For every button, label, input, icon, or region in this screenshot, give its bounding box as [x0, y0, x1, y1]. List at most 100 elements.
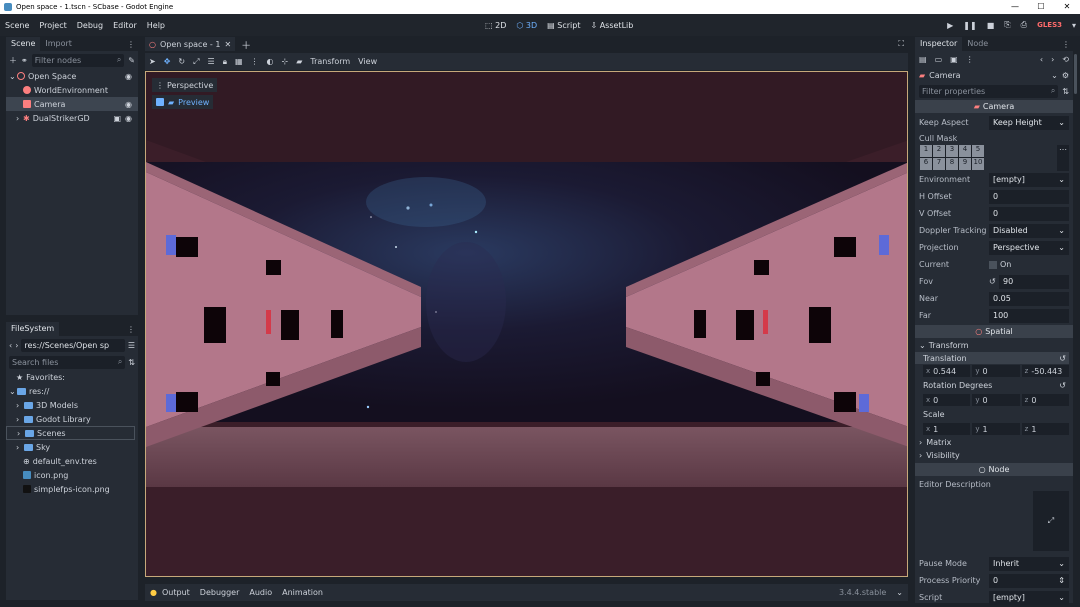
dock-menu-icon[interactable]: ⋮: [127, 325, 138, 334]
section-camera[interactable]: ▰ Camera: [915, 100, 1073, 113]
folder-scenes[interactable]: › Scenes: [6, 426, 135, 440]
save-resource-icon[interactable]: ▣: [950, 55, 958, 64]
forward-icon[interactable]: ›: [15, 341, 18, 350]
play-custom-scene-icon[interactable]: ⎙: [1021, 20, 1027, 30]
translation-x[interactable]: x 0.544: [923, 365, 971, 377]
scrollbar-thumb[interactable]: [1074, 54, 1077, 94]
expand-arrow-icon[interactable]: ›: [16, 415, 24, 424]
dock-menu-icon[interactable]: ⋮: [1062, 40, 1073, 49]
workspace-script[interactable]: ▤ Script: [542, 21, 585, 30]
scene-tab-open-space[interactable]: ○ Open space - 1 ✕: [145, 37, 236, 51]
menu-editor[interactable]: Editor: [108, 21, 142, 30]
perspective-menu[interactable]: ⋮ Perspective: [152, 78, 218, 92]
pause-mode-dropdown[interactable]: Inherit ⌄: [989, 556, 1069, 571]
file-default-env[interactable]: ⊕ default_env.tres: [6, 454, 138, 468]
open-scene-icon[interactable]: ▣: [113, 114, 121, 123]
back-icon[interactable]: ‹: [9, 341, 12, 350]
near-slider[interactable]: 0.05: [989, 291, 1069, 306]
cull-bit[interactable]: 1: [920, 145, 932, 157]
cull-bit[interactable]: 7: [933, 158, 945, 170]
more-icon[interactable]: ⋮: [966, 55, 974, 64]
visibility-eye-icon[interactable]: ◉: [125, 100, 138, 109]
link-icon[interactable]: ⚭: [21, 56, 28, 65]
v-offset-input[interactable]: 0: [989, 206, 1069, 221]
distraction-free-icon[interactable]: ⛶: [898, 39, 908, 49]
history-back-icon[interactable]: ‹: [1040, 55, 1043, 64]
folder-sky[interactable]: › Sky: [6, 440, 138, 454]
group-icon[interactable]: ▦: [235, 57, 243, 66]
menu-project[interactable]: Project: [34, 21, 71, 30]
projection-dropdown[interactable]: Perspective ⌄: [989, 240, 1069, 255]
history-icon[interactable]: ⟲: [1062, 55, 1069, 64]
rotation-z[interactable]: z0: [1021, 394, 1069, 406]
script-picker[interactable]: [empty] ⌄: [989, 590, 1069, 605]
favorites-item[interactable]: ★ Favorites:: [6, 370, 138, 384]
transform-menu[interactable]: Transform: [310, 57, 350, 66]
doppler-dropdown[interactable]: Disabled ⌄: [989, 223, 1069, 238]
audio-tab[interactable]: Audio: [244, 588, 277, 597]
cull-mask-more-icon[interactable]: ⋯: [1057, 145, 1069, 171]
tree-item-open-space[interactable]: ⌄ Open Space ◉: [6, 69, 138, 83]
tab-inspector[interactable]: Inspector: [915, 37, 963, 51]
stop-icon[interactable]: ■: [987, 21, 995, 30]
maximize-button[interactable]: ☐: [1028, 0, 1054, 14]
cull-bit[interactable]: 4: [959, 145, 971, 157]
node-selector[interactable]: ▰ Camera ⌄ ⚙: [915, 68, 1073, 83]
menu-debug[interactable]: Debug: [72, 21, 108, 30]
filter-properties-input[interactable]: Filter properties ⌕: [919, 84, 1059, 98]
load-resource-icon[interactable]: ▭: [935, 55, 943, 64]
tab-scene[interactable]: Scene: [6, 37, 41, 51]
cull-bit[interactable]: 8: [946, 158, 958, 170]
rotation-x[interactable]: x0: [923, 394, 971, 406]
cull-bit[interactable]: 2: [933, 145, 945, 157]
cull-bit[interactable]: 3: [946, 145, 958, 157]
scale-tool-icon[interactable]: ⤢: [193, 57, 199, 67]
debugger-tab[interactable]: Debugger: [195, 588, 245, 597]
path-field[interactable]: res://Scenes/Open sp: [21, 338, 125, 352]
minimize-button[interactable]: —: [1002, 0, 1028, 14]
expand-arrow-icon[interactable]: ›: [16, 114, 23, 123]
environment-picker[interactable]: [empty] ⌄: [989, 172, 1069, 187]
tab-filesystem[interactable]: FileSystem: [6, 322, 60, 336]
renderer-selector[interactable]: GLES3: [1037, 21, 1062, 29]
cull-bit[interactable]: 10: [972, 158, 984, 170]
use-snap-icon[interactable]: ⊹: [282, 57, 289, 66]
tree-item-camera[interactable]: Camera ◉: [6, 97, 138, 111]
cull-bit[interactable]: 6: [920, 158, 932, 170]
snap-icon[interactable]: ⋮: [251, 57, 259, 66]
revert-icon[interactable]: ↺: [1059, 381, 1069, 390]
inspector-scrollbar[interactable]: [1073, 52, 1078, 602]
translation-z[interactable]: z -50.443: [1021, 365, 1069, 377]
tree-item-dualstrikergd[interactable]: › ✱ DualStrikerGD ▣ ◉: [6, 111, 138, 125]
split-mode-icon[interactable]: ☰: [128, 341, 135, 350]
section-spatial[interactable]: ○ Spatial: [915, 325, 1073, 338]
filter-nodes-input[interactable]: Filter nodes ⌕: [31, 53, 125, 67]
viewport-3d[interactable]: ⋮ Perspective ▰ Preview: [145, 71, 908, 577]
translation-y[interactable]: y0: [972, 365, 1020, 377]
workspace-3d[interactable]: ⬡ 3D: [511, 21, 542, 30]
revert-icon[interactable]: ↺: [1059, 354, 1069, 363]
current-checkbox[interactable]: [989, 260, 997, 269]
workspace-assetlib[interactable]: ⇩ AssetLib: [585, 21, 638, 30]
rotation-y[interactable]: y0: [972, 394, 1020, 406]
checkbox-checked-icon[interactable]: [156, 98, 164, 106]
menu-help[interactable]: Help: [142, 21, 170, 30]
process-priority-spinbox[interactable]: 0 ⇕: [989, 573, 1069, 588]
lock-icon[interactable]: 🔒︎: [223, 57, 227, 67]
history-forward-icon[interactable]: ›: [1051, 55, 1054, 64]
fov-slider[interactable]: 90: [999, 274, 1069, 289]
expand-arrow-icon[interactable]: ›: [17, 429, 25, 438]
tree-item-worldenvironment[interactable]: WorldEnvironment: [6, 83, 138, 97]
rotate-tool-icon[interactable]: ↻: [178, 57, 185, 66]
collapse-arrow-icon[interactable]: ⌄: [9, 387, 17, 396]
close-tab-icon[interactable]: ✕: [224, 40, 231, 49]
add-tab-icon[interactable]: ＋: [235, 37, 257, 52]
expand-arrow-icon[interactable]: ›: [16, 401, 24, 410]
play-icon[interactable]: ▶: [947, 21, 953, 30]
h-offset-input[interactable]: 0: [989, 189, 1069, 204]
play-scene-icon[interactable]: ⎘: [1004, 20, 1010, 30]
visibility-eye-icon[interactable]: ◉: [121, 114, 138, 123]
visibility-group[interactable]: › Visibility: [915, 449, 1073, 462]
scale-x[interactable]: x1: [923, 423, 971, 435]
dock-menu-icon[interactable]: ⋮: [127, 40, 138, 49]
